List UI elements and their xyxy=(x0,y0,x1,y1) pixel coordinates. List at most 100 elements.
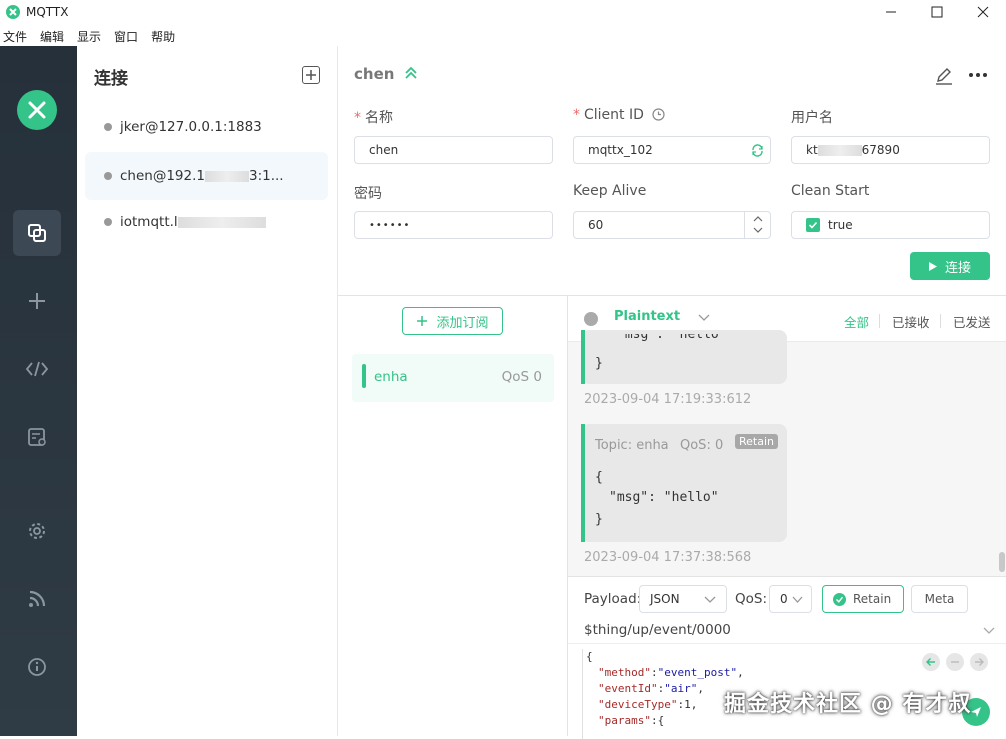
add-icon xyxy=(306,70,316,80)
username-value-prefix: kt xyxy=(806,143,818,157)
history-forward-button[interactable] xyxy=(970,653,988,671)
scrollbar-thumb[interactable] xyxy=(999,552,1005,572)
retain-badge: Retain xyxy=(735,434,778,449)
subscriptions-panel: 添加订阅 enha QoS 0 xyxy=(338,296,568,736)
chevron-down-icon xyxy=(704,596,716,603)
checkbox-checked-icon[interactable] xyxy=(806,218,820,232)
separator xyxy=(940,314,941,328)
history-clear-button[interactable] xyxy=(946,653,964,671)
mqttx-logo-icon xyxy=(17,90,57,130)
maximize-button[interactable] xyxy=(914,0,960,24)
connections-panel: 连接 jker@127.0.0.1:1883 chen@192.1 3:1...… xyxy=(77,46,338,736)
history-back-button[interactable] xyxy=(922,653,940,671)
rss-icon xyxy=(29,590,46,607)
nav-settings[interactable] xyxy=(13,508,61,554)
connection-item-active[interactable]: chen@192.1 3:1... xyxy=(85,152,328,200)
username-field[interactable]: kt 67890 xyxy=(791,136,990,164)
chevron-down-icon[interactable] xyxy=(753,227,763,234)
menu-view[interactable]: 显示 xyxy=(77,28,101,45)
status-dot xyxy=(104,123,112,131)
refresh-icon[interactable] xyxy=(751,144,764,157)
retain-label: Retain xyxy=(853,592,892,606)
cleanstart-label: Clean Start xyxy=(791,183,870,199)
title-bar: MQTTX xyxy=(0,0,1006,24)
status-dot xyxy=(104,218,112,226)
new-connection-button[interactable] xyxy=(302,66,320,84)
message-line: } xyxy=(595,512,603,527)
payload-format-select[interactable]: JSON xyxy=(639,585,727,613)
password-label: 密码 xyxy=(354,186,382,202)
arrow-right-icon xyxy=(975,658,984,666)
minimize-button[interactable] xyxy=(868,0,914,24)
cleanstart-value: true xyxy=(828,218,853,232)
message-line: { xyxy=(595,470,603,485)
cleanstart-field[interactable]: true xyxy=(791,211,990,239)
chevron-down-icon[interactable] xyxy=(698,314,710,322)
message-qos: QoS: 0 xyxy=(680,438,724,453)
message-card: "msg": "hello" } xyxy=(581,330,787,384)
chevron-down-icon[interactable] xyxy=(983,627,995,635)
edit-icon[interactable] xyxy=(934,66,954,86)
menu-bar: 文件 编辑 显示 窗口 帮助 xyxy=(0,26,185,46)
plus-icon xyxy=(29,293,45,309)
app-logo-icon xyxy=(6,5,20,19)
subscription-item[interactable]: enha QoS 0 xyxy=(352,354,554,402)
gear-icon xyxy=(29,523,45,539)
more-icon[interactable] xyxy=(968,72,988,78)
payload-format-value: JSON xyxy=(650,592,680,606)
connections-icon xyxy=(28,224,46,242)
qos-label: QoS: xyxy=(735,591,768,607)
name-label: * 名称 xyxy=(354,110,393,126)
menu-window[interactable]: 窗口 xyxy=(114,28,138,45)
connect-label: 连接 xyxy=(944,260,971,276)
nav-about[interactable] xyxy=(13,644,61,690)
collapse-icon[interactable] xyxy=(404,66,418,80)
redaction-mask xyxy=(817,144,862,156)
menu-edit[interactable]: 编辑 xyxy=(40,28,64,45)
keepalive-label: Keep Alive xyxy=(573,183,647,199)
window-title: MQTTX xyxy=(26,5,69,19)
nav-new-connection[interactable] xyxy=(13,278,61,324)
add-subscription-button[interactable]: 添加订阅 xyxy=(402,307,503,335)
main-area: chen * 名称 * Client ID 用户名 chen mqttx_102 k… xyxy=(338,46,1006,739)
nav-log[interactable] xyxy=(13,414,61,460)
menu-help[interactable]: 帮助 xyxy=(151,28,175,45)
filter-received[interactable]: 已接收 xyxy=(892,312,930,331)
log-icon xyxy=(28,428,46,446)
chevron-down-icon xyxy=(792,596,803,603)
publish-topic-input[interactable]: $thing/up/event/0000 xyxy=(584,622,731,638)
password-field[interactable]: •••••• xyxy=(354,211,553,239)
keepalive-field[interactable]: 60 xyxy=(573,211,771,239)
filter-all[interactable]: 全部 xyxy=(844,312,869,331)
chevron-up-icon[interactable] xyxy=(753,215,763,222)
message-time: 2023-09-04 17:19:33:612 xyxy=(584,392,752,407)
nav-subscribe-feed[interactable] xyxy=(13,576,61,622)
info-icon xyxy=(28,658,46,676)
message-topic: Topic: enha xyxy=(595,438,669,453)
retain-toggle[interactable]: Retain xyxy=(822,585,904,613)
qos-select[interactable]: 0 xyxy=(769,585,812,613)
connection-item[interactable]: jker@127.0.0.1:1883 xyxy=(85,103,328,151)
client-id-value: mqttx_102 xyxy=(588,143,653,157)
menu-file[interactable]: 文件 xyxy=(3,28,27,45)
name-field[interactable]: chen xyxy=(354,136,553,164)
keepalive-stepper[interactable] xyxy=(744,212,770,238)
nav-connections[interactable] xyxy=(13,210,61,256)
close-window-button[interactable] xyxy=(960,0,1006,24)
client-id-field[interactable]: mqttx_102 xyxy=(573,136,771,164)
connect-button[interactable]: 连接 xyxy=(910,252,990,280)
connections-title: 连接 xyxy=(94,69,128,89)
connection-item[interactable]: iotmqtt.l xyxy=(85,198,328,246)
message-color-bar xyxy=(581,330,585,384)
filter-sent[interactable]: 已发送 xyxy=(953,312,991,331)
subscription-qos: QoS 0 xyxy=(501,369,542,385)
username-value-suffix: 67890 xyxy=(861,143,900,157)
payload-label: Payload: xyxy=(584,591,642,607)
nav-script[interactable] xyxy=(13,346,61,392)
redaction-mask xyxy=(177,216,266,228)
watermark: 掘金技术社区 @ 有才叔 xyxy=(724,692,972,717)
meta-button[interactable]: Meta xyxy=(911,585,968,613)
redaction-mask xyxy=(205,170,249,182)
payload-format-select[interactable]: Plaintext xyxy=(614,309,680,324)
username-label: 用户名 xyxy=(791,110,833,126)
